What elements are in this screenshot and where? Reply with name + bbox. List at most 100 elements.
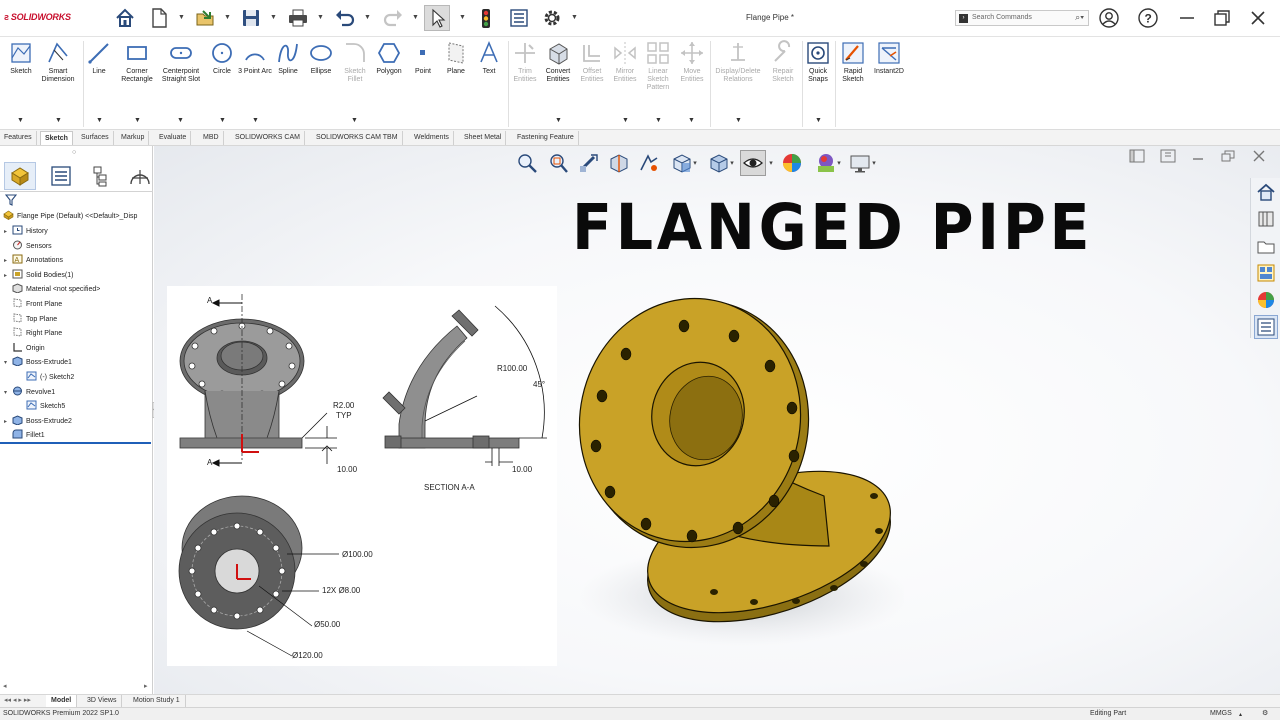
convert-dropdown-icon[interactable]: ▼ — [555, 117, 562, 124]
graphics-area[interactable]: ▾ ▾ ▾ ▾ ▾ FLANGED PIPE A A R2.00 TYP 10.… — [154, 146, 1280, 694]
collapse-arrow-icon[interactable]: ▾ — [4, 386, 12, 400]
tab-markup[interactable]: Markup — [117, 131, 150, 145]
home-icon[interactable] — [112, 5, 138, 31]
tree-item-boss-extrude2[interactable]: ▸ Boss-Extrude2 — [4, 415, 72, 429]
rectangle-dropdown-icon[interactable]: ▼ — [134, 117, 141, 124]
fillet-dropdown-icon[interactable]: ▼ — [351, 117, 358, 124]
view-settings-dropdown-icon[interactable]: ▾ — [869, 150, 879, 176]
select-dropdown-icon[interactable]: ▼ — [459, 14, 466, 22]
close-icon[interactable] — [1245, 6, 1271, 30]
tab-evaluate[interactable]: Evaluate — [155, 131, 192, 145]
search-icon[interactable]: ⌕▾ — [1075, 12, 1084, 23]
undo-icon[interactable] — [332, 5, 358, 31]
ellipse-button[interactable]: Ellipse — [304, 40, 338, 76]
graphics-close-icon[interactable] — [1248, 146, 1270, 166]
tab-sheet-metal[interactable]: Sheet Metal — [460, 131, 507, 145]
collapse-arrow-icon[interactable]: ▾ — [4, 356, 12, 370]
solidworks-logo[interactable]: ƨ SOLIDWORKS — [4, 12, 71, 22]
tile-window-2-icon[interactable] — [1157, 146, 1179, 166]
tab-motion-study-1[interactable]: Motion Study 1 — [128, 695, 186, 707]
zoom-to-area-icon[interactable] — [545, 150, 571, 176]
tab-sketch[interactable]: Sketch — [40, 131, 73, 145]
tab-solidworks-cam-tbm[interactable]: SOLIDWORKS CAM TBM — [312, 131, 403, 145]
expand-arrow-icon[interactable]: ▸ — [4, 269, 12, 283]
smart-dimension-dropdown-icon[interactable]: ▼ — [55, 117, 62, 124]
tile-window-icon[interactable] — [1126, 146, 1148, 166]
display-delete-relations-button[interactable]: Display/Delete Relations — [712, 40, 764, 84]
corner-rectangle-button[interactable]: Corner Rectangle — [118, 40, 156, 84]
print-icon[interactable] — [285, 5, 311, 31]
save-dropdown-icon[interactable]: ▼ — [270, 14, 277, 22]
line-button[interactable]: Line — [82, 40, 116, 76]
flange-pipe-3d-model[interactable] — [574, 296, 904, 656]
mirror-dropdown-icon[interactable]: ▼ — [622, 117, 629, 124]
tree-scroll-left-icon[interactable]: ◂ — [3, 682, 7, 690]
tree-item-annotations[interactable]: ▸ A Annotations — [4, 254, 63, 268]
zoom-to-fit-icon[interactable] — [514, 150, 540, 176]
slot-dropdown-icon[interactable]: ▼ — [177, 117, 184, 124]
open-document-icon[interactable] — [192, 5, 218, 31]
tab-fastening-feature[interactable]: Fastening Feature — [513, 131, 579, 145]
instant2d-button[interactable]: Instant2D — [872, 40, 906, 76]
display-style-dropdown-icon[interactable]: ▾ — [727, 150, 737, 176]
tree-item-history[interactable]: ▸ History — [4, 225, 48, 239]
expand-arrow-icon[interactable]: ▸ — [4, 415, 12, 429]
move-dropdown-icon[interactable]: ▼ — [688, 117, 695, 124]
appearances-scenes-icon[interactable] — [1254, 288, 1278, 312]
three-point-arc-button[interactable]: 3 Point Arc — [238, 40, 272, 76]
straight-slot-button[interactable]: Centerpoint Straight Slot — [160, 40, 202, 84]
apply-scene-dropdown-icon[interactable]: ▾ — [834, 150, 844, 176]
plane-button[interactable]: Plane — [439, 40, 473, 76]
section-view-icon[interactable] — [606, 150, 632, 176]
tree-item-origin[interactable]: Origin — [4, 342, 45, 356]
sketch-button[interactable]: Sketch — [4, 40, 38, 76]
arc-dropdown-icon[interactable]: ▼ — [252, 117, 259, 124]
move-entities-button[interactable]: Move Entities — [675, 40, 709, 84]
tree-root-part[interactable]: Flange Pipe (Default) <<Default>_Disp — [3, 210, 137, 224]
file-properties-icon[interactable] — [506, 5, 532, 31]
dynamic-annotation-views-icon[interactable] — [636, 150, 662, 176]
options-gear-icon[interactable] — [539, 5, 565, 31]
tree-item-sensors[interactable]: Sensors — [4, 240, 52, 254]
repair-sketch-button[interactable]: Repair Sketch — [766, 40, 800, 84]
unit-system-dropdown-icon[interactable]: ▴ — [1239, 709, 1242, 720]
view-orientation-dropdown-icon[interactable]: ▾ — [690, 150, 700, 176]
text-button[interactable]: Text — [472, 40, 506, 76]
status-bar-settings-icon[interactable]: ⚙ — [1262, 708, 1268, 720]
open-dropdown-icon[interactable]: ▼ — [224, 14, 231, 22]
circle-button[interactable]: Circle — [205, 40, 239, 76]
tab-3d-views[interactable]: 3D Views — [82, 695, 123, 707]
graphics-restore-icon[interactable] — [1217, 146, 1239, 166]
options-dropdown-icon[interactable]: ▼ — [571, 14, 578, 22]
quick-snaps-button[interactable]: Quick Snaps — [801, 40, 835, 84]
sketch-dropdown-icon[interactable]: ▼ — [17, 117, 24, 124]
expand-arrow-icon[interactable]: ▸ — [4, 254, 12, 268]
tabs-scroll-left-icon[interactable]: ◂◂ ◂ ▸ ▸▸ — [4, 695, 31, 707]
tab-mbd[interactable]: MBD — [199, 131, 224, 145]
file-explorer-icon[interactable] — [1254, 234, 1278, 258]
hide-show-dropdown-icon[interactable]: ▾ — [766, 150, 776, 176]
new-document-icon[interactable] — [146, 5, 172, 31]
offset-entities-button[interactable]: Offset Entities — [575, 40, 609, 84]
tree-item-right-plane[interactable]: Right Plane — [4, 327, 62, 341]
select-pointer-icon[interactable] — [424, 5, 450, 31]
quick-snaps-dropdown-icon[interactable]: ▼ — [815, 117, 822, 124]
tree-item-boss-extrude1[interactable]: ▾ Boss-Extrude1 — [4, 356, 72, 370]
undo-dropdown-icon[interactable]: ▼ — [364, 14, 371, 22]
help-icon[interactable]: ? — [1135, 6, 1161, 30]
new-dropdown-icon[interactable]: ▼ — [178, 14, 185, 22]
configurationmanager-tab-icon[interactable] — [85, 162, 117, 190]
tab-surfaces[interactable]: Surfaces — [77, 131, 114, 145]
tab-features[interactable]: Features — [0, 131, 37, 145]
tab-weldments[interactable]: Weldments — [410, 131, 454, 145]
user-account-icon[interactable] — [1096, 6, 1122, 30]
rebuild-traffic-light-icon[interactable] — [473, 5, 499, 31]
convert-entities-button[interactable]: Convert Entities — [541, 40, 575, 84]
design-library-icon[interactable] — [1254, 207, 1278, 231]
redo-dropdown-icon[interactable]: ▼ — [412, 14, 419, 22]
trim-entities-button[interactable]: Trim Entities — [508, 40, 542, 84]
relations-dropdown-icon[interactable]: ▼ — [735, 117, 742, 124]
solidworks-resources-icon[interactable] — [1254, 180, 1278, 204]
panel-splitter-handle[interactable]: ○ — [72, 149, 76, 156]
rapid-sketch-button[interactable]: Rapid Sketch — [836, 40, 870, 84]
